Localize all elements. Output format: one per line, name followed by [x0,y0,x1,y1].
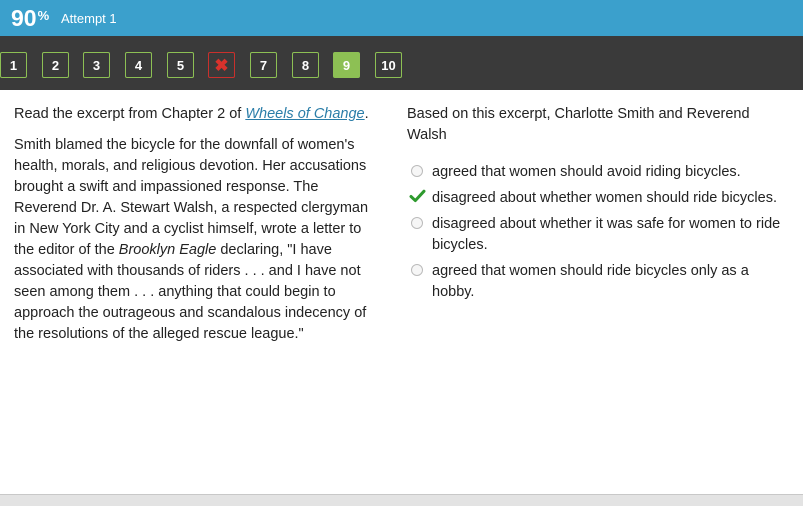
question-button-6-incorrect[interactable]: ✖ [208,52,235,78]
option-text: disagreed about whether it was safe for … [432,216,781,253]
question-button-3[interactable]: 3 [83,52,110,78]
radio-button[interactable] [411,217,423,229]
attempt-label: Attempt 1 [61,11,117,26]
question-content: Read the excerpt from Chapter 2 of Wheel… [0,90,803,494]
checkmark-icon [409,188,426,211]
answer-option-a[interactable]: agreed that women should avoid riding bi… [407,162,787,183]
x-icon: ✖ [214,55,229,75]
question-button-5[interactable]: 5 [167,52,194,78]
bottom-scrollbar[interactable] [0,494,803,506]
answer-option-b[interactable]: disagreed about whether women should rid… [407,188,787,209]
newspaper-title: Brooklyn Eagle [118,242,217,258]
passage-intro: Read the excerpt from Chapter 2 of Wheel… [14,104,382,125]
question-button-9-current[interactable]: 9 [333,52,360,78]
option-text: disagreed about whether women should rid… [432,190,777,206]
passage-excerpt: Smith blamed the bicycle for the downfal… [14,135,382,345]
score-percent-sign: % [37,8,50,23]
question-panel: Based on this excerpt, Charlotte Smith a… [407,104,787,308]
answer-option-d[interactable]: agreed that women should ride bicycles o… [407,261,787,303]
score-display: 90% [11,4,49,32]
question-button-10[interactable]: 10 [375,52,402,78]
question-navigation: 1 2 3 4 5 ✖ 7 8 9 10 [0,36,803,90]
question-button-8[interactable]: 8 [292,52,319,78]
excerpt-text-1: Smith blamed the bicycle for the downfal… [14,137,369,258]
question-prompt: Based on this excerpt, Charlotte Smith a… [407,106,750,143]
book-title-link[interactable]: Wheels of Change [245,106,364,122]
question-button-4[interactable]: 4 [125,52,152,78]
answer-option-c[interactable]: disagreed about whether it was safe for … [407,214,787,256]
radio-button[interactable] [411,264,423,276]
passage-intro-text: Read the excerpt from Chapter 2 of [14,106,246,122]
question-button-2[interactable]: 2 [42,52,69,78]
passage-intro-period: . [364,106,369,122]
question-button-1[interactable]: 1 [0,52,27,78]
option-text: agreed that women should avoid riding bi… [432,164,741,180]
score-value: 90 [11,5,37,31]
question-button-7[interactable]: 7 [250,52,277,78]
passage-panel: Read the excerpt from Chapter 2 of Wheel… [14,104,382,355]
option-text: agreed that women should ride bicycles o… [432,263,749,300]
radio-button[interactable] [411,165,423,177]
score-header: 90% Attempt 1 [0,0,803,36]
